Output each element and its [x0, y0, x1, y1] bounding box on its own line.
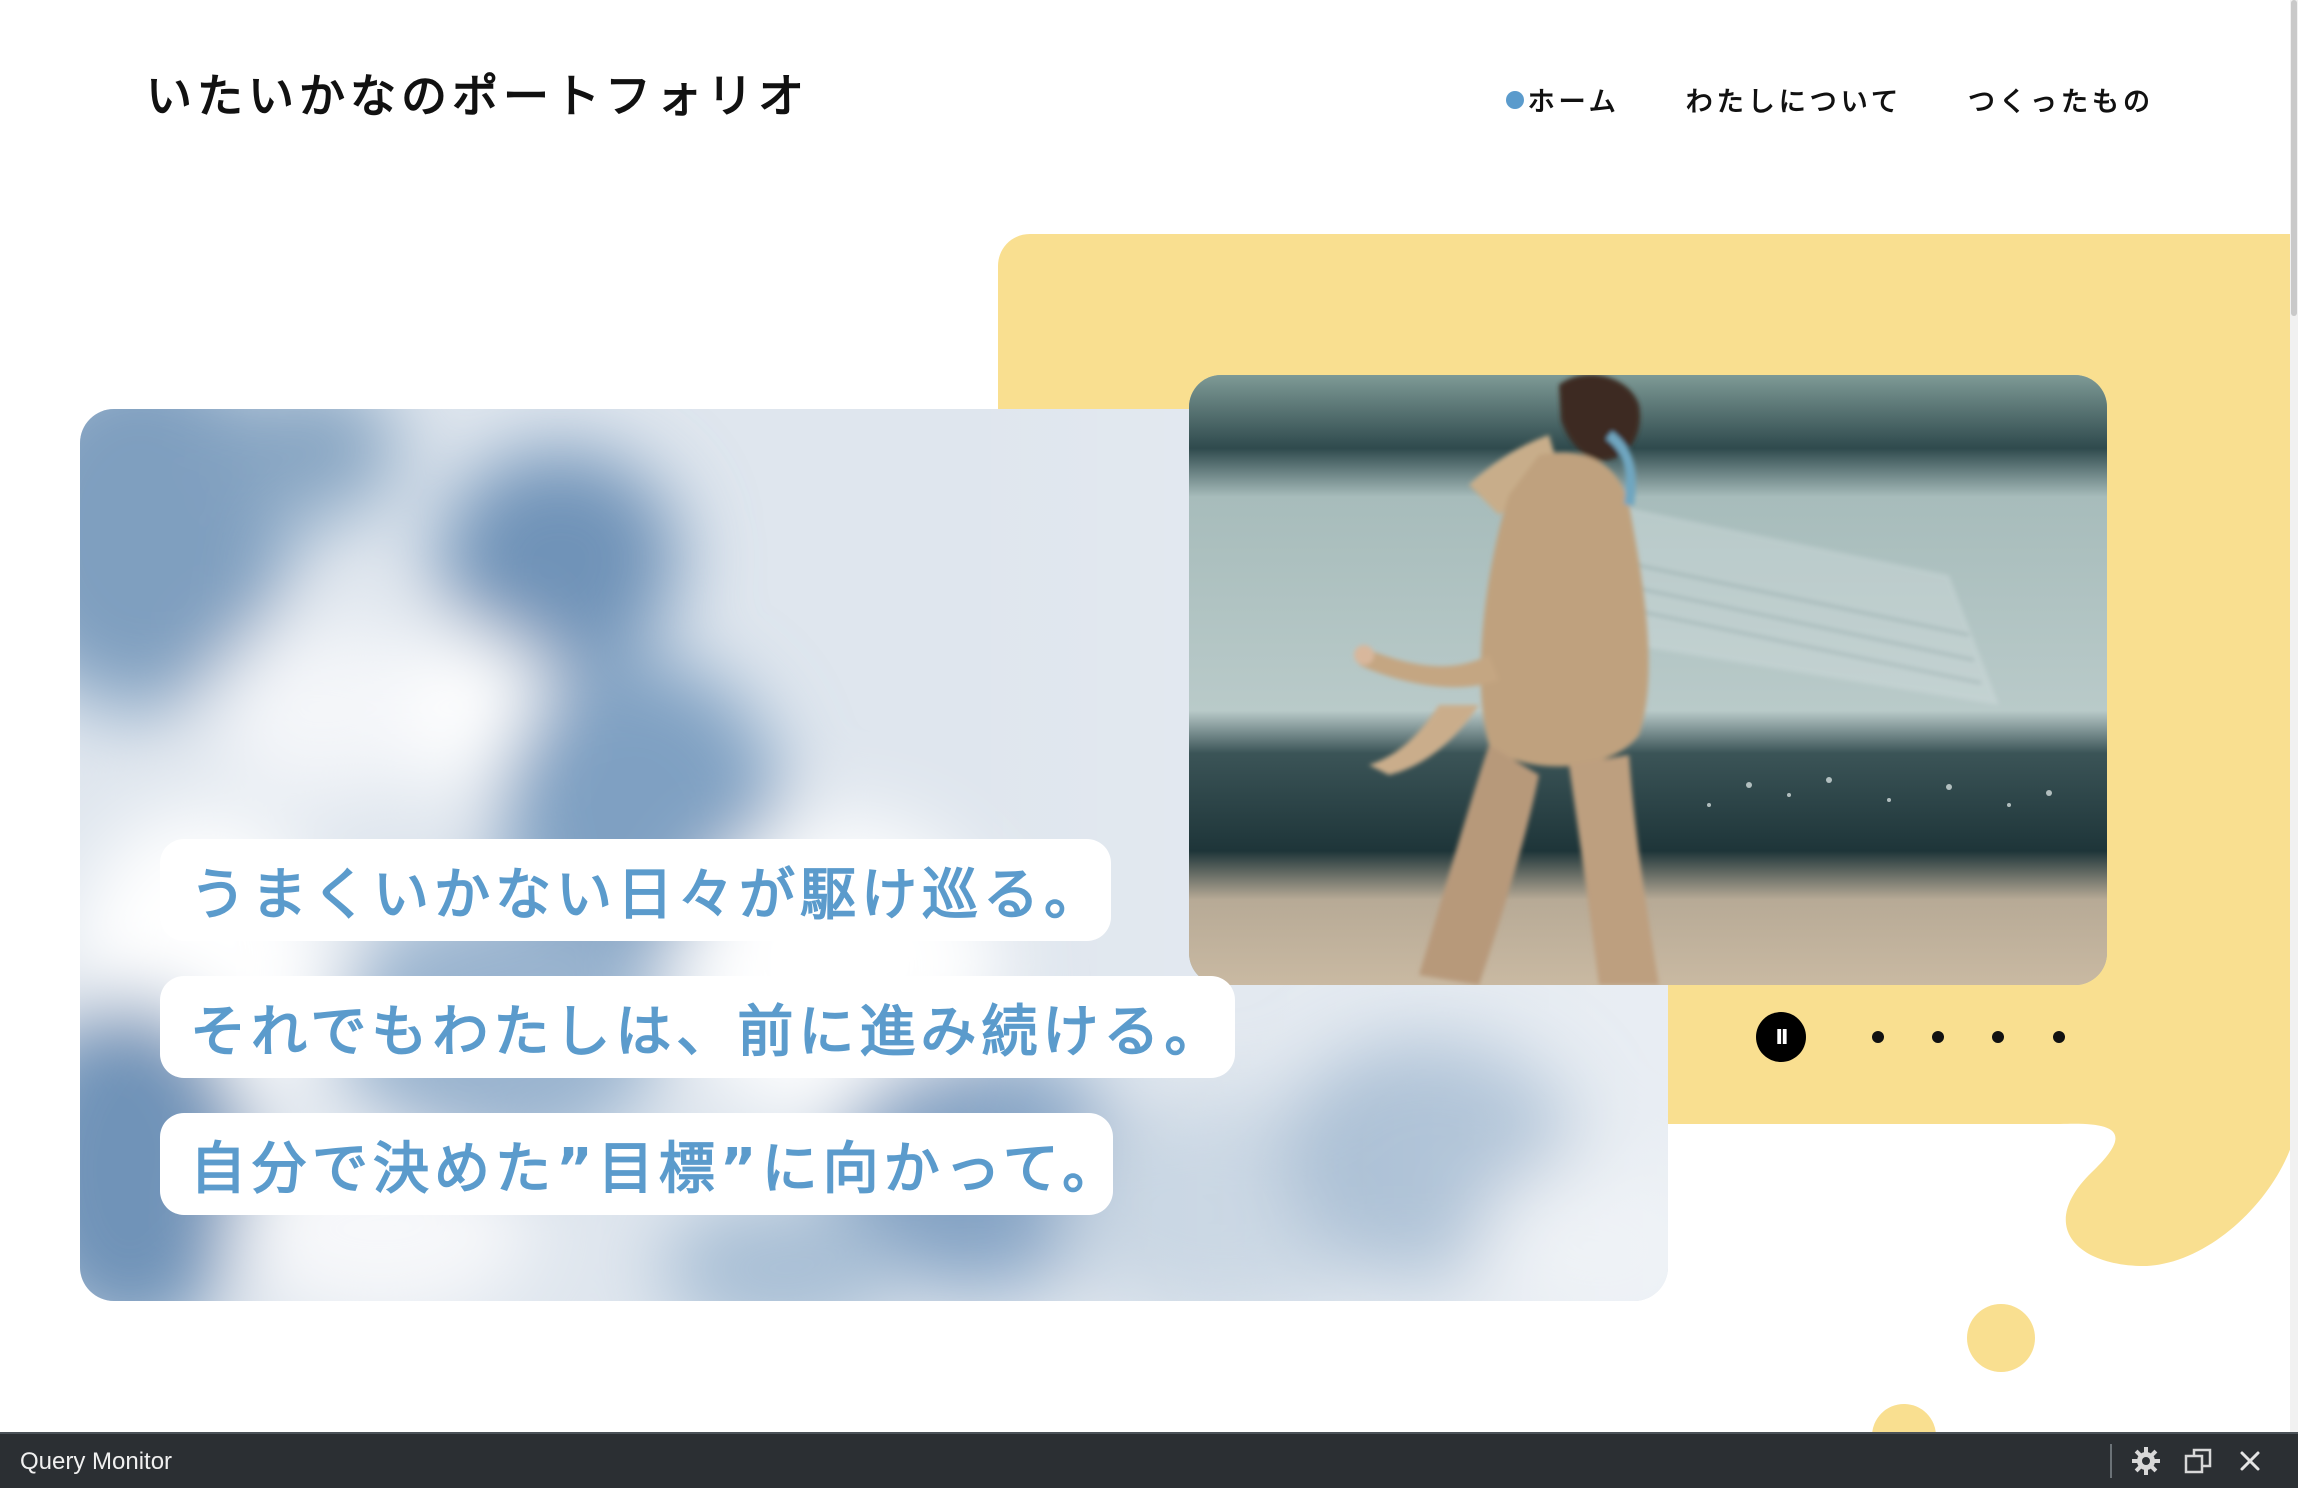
popout-icon: [2184, 1448, 2212, 1474]
nav-item-about[interactable]: わたしについて: [1686, 80, 1902, 119]
query-monitor-toggle[interactable]: Query Monitor: [20, 1448, 172, 1476]
hero-slide-image[interactable]: [1189, 375, 2107, 985]
slider-pause-button[interactable]: II: [1756, 1012, 1806, 1062]
yellow-dot-small: [1872, 1404, 1936, 1432]
gear-icon: [2132, 1447, 2160, 1475]
site-title[interactable]: いたいかなのポートフォリオ: [146, 60, 809, 126]
query-monitor-bar: Query Monitor: [0, 1432, 2298, 1488]
close-icon: [2240, 1451, 2260, 1471]
slide-dot-2[interactable]: [1932, 1031, 1944, 1043]
scrollbar-thumb[interactable]: [2291, 0, 2297, 316]
settings-button[interactable]: [2128, 1443, 2164, 1479]
toolbar-divider: [2110, 1444, 2112, 1478]
popout-button[interactable]: [2180, 1443, 2216, 1479]
nav-item-label: ホーム: [1527, 87, 1620, 118]
slide-dot-1[interactable]: [1872, 1031, 1884, 1043]
main-nav: ホーム わたしについて つくったもの: [1505, 80, 2154, 119]
slide-dot-4[interactable]: [2053, 1031, 2065, 1043]
nav-item-home[interactable]: ホーム: [1505, 80, 1620, 119]
nav-item-works[interactable]: つくったもの: [1968, 80, 2154, 119]
hero-catch-line-2: それでもわたしは、前に進み続ける。: [160, 976, 1235, 1078]
nav-item-label: わたしについて: [1685, 87, 1902, 118]
nav-active-dot-icon: [1505, 90, 1524, 109]
hero-catch-line-3: 自分で決めた”目標”に向かって。: [160, 1113, 1113, 1215]
yellow-dot-large: [1967, 1304, 2035, 1372]
nav-item-label: つくったもの: [1968, 87, 2154, 118]
pause-icon: II: [1775, 1025, 1789, 1049]
page-scrollbar[interactable]: [2290, 0, 2298, 1432]
close-button[interactable]: [2232, 1443, 2268, 1479]
hero-catch-line-1: うまくいかない日々が駆け巡る。: [160, 839, 1111, 941]
slide-dot-3[interactable]: [1992, 1031, 2004, 1043]
